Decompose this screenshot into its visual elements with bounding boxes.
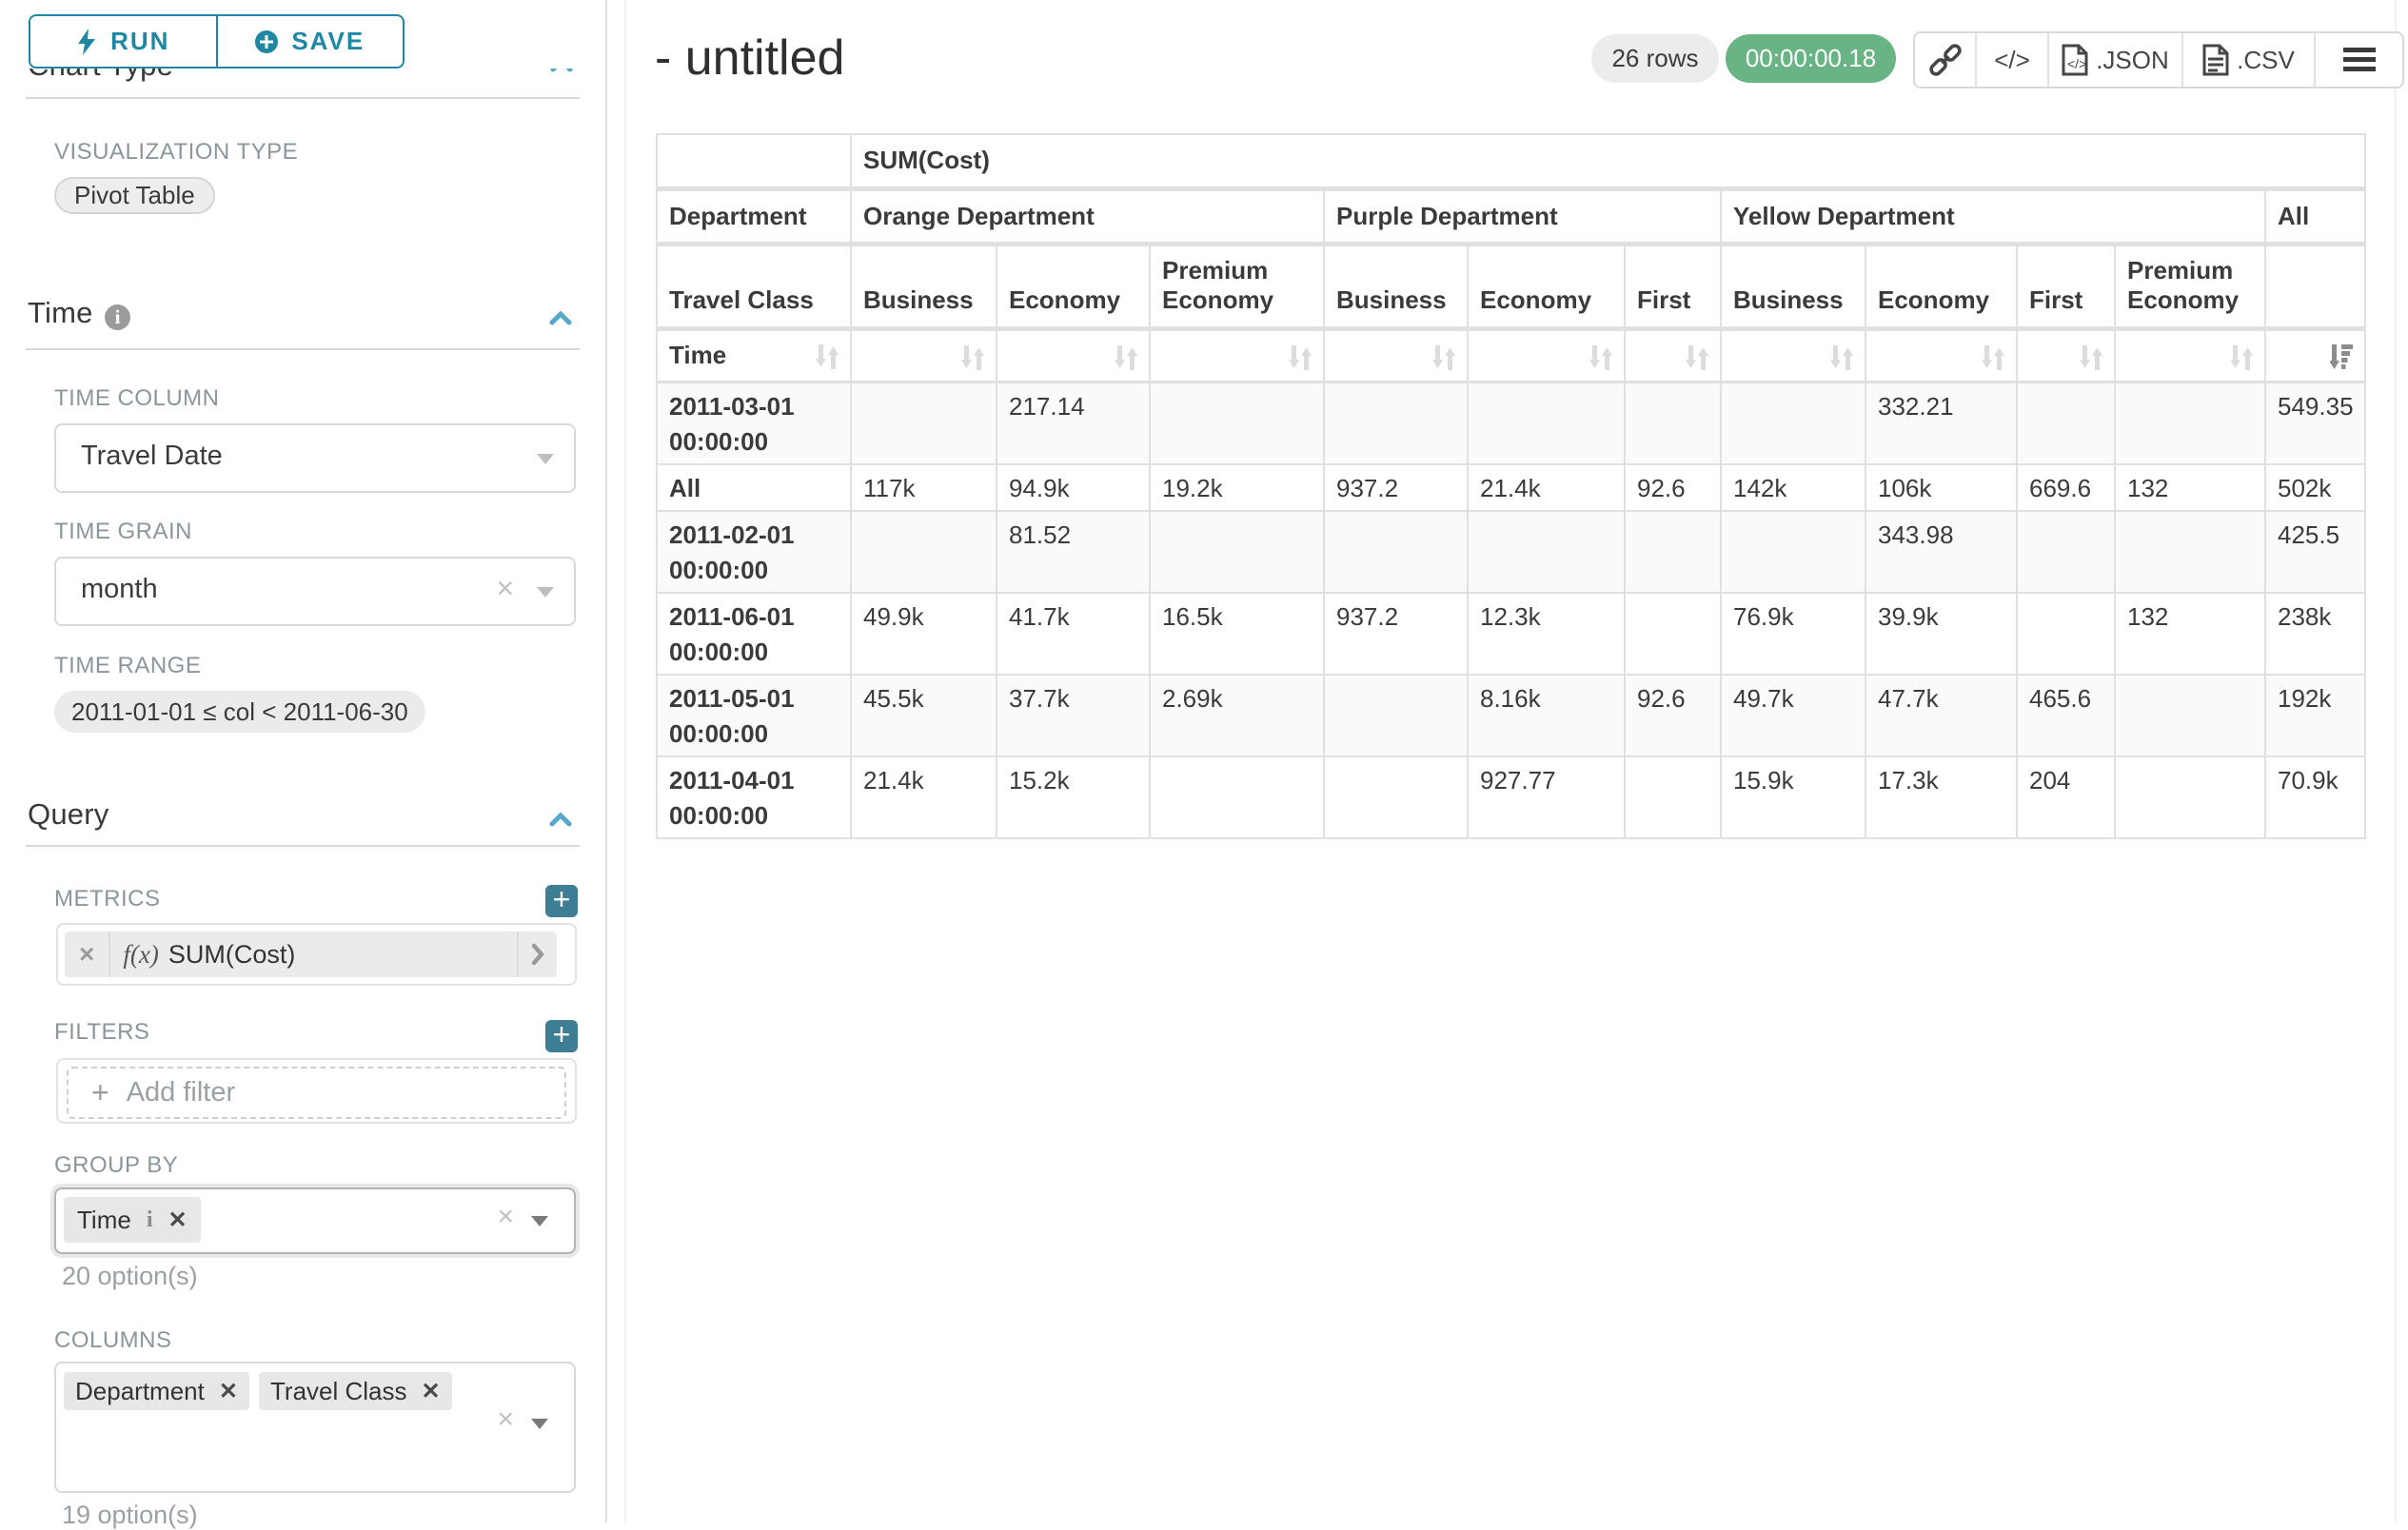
svg-text:</>: </> — [2067, 56, 2086, 71]
